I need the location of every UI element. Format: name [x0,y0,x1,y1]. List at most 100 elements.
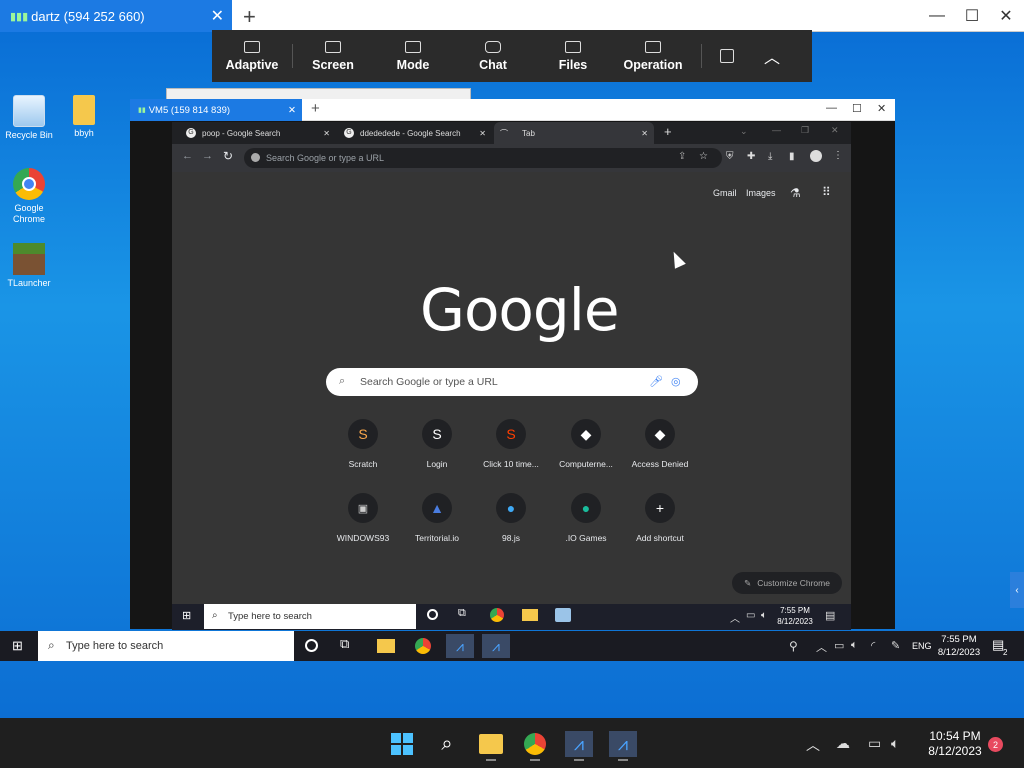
desktop-icon-folder[interactable]: bbyh [55,95,113,139]
anydesk-taskbar-icon[interactable]: ⩘ [609,731,637,757]
shortcut-tile[interactable]: ◆ Access Denied [624,419,696,469]
new-tab-button[interactable]: + [243,4,256,30]
remote-search-box[interactable]: ⌕ Type here to search [38,631,294,661]
tab-search-icon[interactable]: ⌄ [740,126,748,137]
shortcut-tile[interactable]: ◆ Computerne... [550,419,622,469]
chrome-menu-icon[interactable]: ⋮ [833,150,843,161]
chrome-taskbar-icon[interactable] [415,638,431,654]
extensions-puzzle-icon[interactable]: ✚ [747,151,755,162]
tray-chevron-icon[interactable]: ︿ [816,639,827,655]
task-view-icon[interactable]: ⧉ [340,636,349,652]
windows-start-icon[interactable] [388,731,416,757]
collapse-toolbar-button[interactable]: ︿ [752,30,792,82]
customize-chrome-button[interactable]: ✎ Customize Chrome [732,572,842,594]
session-tab[interactable]: ▮▮▮ dartz (594 252 660) ✕ [0,0,232,32]
gmail-link[interactable]: Gmail [713,188,737,198]
labs-flask-icon[interactable]: ⚗ [790,186,801,200]
chrome-tab[interactable]: G poop - Google Search ✕ [180,122,336,144]
omnibox[interactable]: Search Google or type a URL [244,148,722,168]
inner-new-tab-button[interactable]: + [311,100,320,117]
shortcut-tile[interactable]: S Click 10 time... [475,419,547,469]
lens-icon[interactable]: ◎ [671,375,681,388]
local-clock[interactable]: 10:54 PM 8/12/2023 [918,729,992,759]
close-tab-icon[interactable]: ✕ [211,6,224,26]
star-icon[interactable]: ☆ [699,151,708,162]
toolbar-mode[interactable]: Mode [373,30,453,82]
anydesk-taskbar-icon[interactable]: ⩘ [446,634,474,658]
minimize-button[interactable]: — [920,0,954,32]
task-view-icon[interactable]: ⧉ [458,607,466,620]
toolbar-chat[interactable]: Chat [453,30,533,82]
microphone-icon[interactable]: 🎤︎ [649,375,663,388]
apps-grid-icon[interactable]: ⠿ [822,185,831,199]
shortcut-tile[interactable]: ▣ WINDOWS93 [327,493,399,543]
profile-avatar-icon[interactable] [810,150,822,162]
tray-chevron-icon[interactable]: ︿ [730,610,740,625]
inner-maximize-button[interactable]: ☐ [852,102,862,115]
desktop-icon-tlauncher[interactable]: TLauncher [0,243,58,289]
close-tab-icon[interactable]: ✕ [288,105,296,116]
toolbar-screen[interactable]: Screen [293,30,373,82]
sidepanel-icon[interactable]: ▮ [789,151,795,162]
new-tab-button[interactable]: + [664,124,672,139]
close-tab-icon[interactable]: ✕ [479,129,486,138]
battery-icon[interactable]: ▭ [834,639,844,652]
back-icon[interactable]: ← [182,150,193,162]
shortcut-tile[interactable]: ▲ Territorial.io [401,493,473,543]
windows-start-icon[interactable]: ⊞ [12,638,23,654]
ntp-search-box[interactable]: ⌕ Search Google or type a URL 🎤︎ ◎ [326,368,698,396]
anydesk-taskbar-icon[interactable]: ⩘ [565,731,593,757]
reload-icon[interactable]: ↻ [223,149,233,163]
extension-shield-icon[interactable]: ⛨ [726,151,734,162]
volume-muted-icon[interactable]: 🔈︎ [851,639,858,652]
chrome-minimize-button[interactable]: — [772,125,781,135]
search-icon[interactable]: ⌕ [433,731,461,757]
anydesk-taskbar-icon[interactable] [555,608,571,622]
images-link[interactable]: Images [746,188,776,198]
desktop-icon-recycle-bin[interactable]: Recycle Bin [0,95,58,141]
network-icon[interactable]: ▭ [868,735,881,752]
shortcut-tile[interactable]: S Login [401,419,473,469]
cortana-icon[interactable] [427,609,438,620]
fullscreen-button[interactable] [702,30,752,82]
cortana-icon[interactable] [305,639,318,652]
download-icon[interactable]: ⤓ [768,151,772,162]
notifications-icon[interactable]: ▤ [825,609,835,622]
file-explorer-icon[interactable] [522,609,538,621]
add-shortcut-tile[interactable]: + Add shortcut [624,493,696,543]
toolbar-files[interactable]: Files [533,30,613,82]
file-explorer-icon[interactable] [377,639,395,653]
close-tab-icon[interactable]: ✕ [641,129,648,138]
network-icon[interactable]: ▭ [746,610,755,621]
inner-minimize-button[interactable]: — [826,102,837,114]
chrome-maximize-button[interactable]: ❐ [801,125,809,136]
shortcut-tile[interactable]: S Scratch [327,419,399,469]
pen-icon[interactable]: ✎ [891,639,900,652]
side-panel-handle[interactable]: ‹ [1010,572,1024,608]
share-icon[interactable]: ⇪ [678,151,686,162]
toolbar-adaptive[interactable]: Adaptive [212,30,292,82]
forward-icon[interactable]: → [202,150,213,162]
maximize-button[interactable]: ☐ [955,0,989,32]
volume-icon[interactable]: 🔈︎ [891,735,899,752]
shortcut-tile[interactable]: ● 98.js [475,493,547,543]
volume-icon[interactable]: 🔈︎ [761,610,767,621]
chrome-taskbar-icon[interactable] [521,731,549,757]
desktop-icon-chrome[interactable]: Google Chrome [0,168,58,225]
chrome-close-button[interactable]: ✕ [831,125,839,136]
cloud-offline-icon[interactable]: ☁ [836,735,850,752]
close-tab-icon[interactable]: ✕ [323,129,330,138]
language-indicator[interactable]: ENG [912,641,932,651]
vm-clock[interactable]: 7:55 PM 8/12/2023 [774,605,816,627]
vm-search-box[interactable]: ⌕ Type here to search [204,604,416,629]
windows-start-icon[interactable]: ⊞ [182,609,191,622]
wifi-icon[interactable]: ◜ [871,639,875,652]
toolbar-operation[interactable]: Operation [613,30,693,82]
inner-session-tab[interactable]: ▮▮ VM5 (159 814 839) ✕ [130,99,302,121]
inner-close-button[interactable]: ✕ [877,102,886,115]
shortcut-tile[interactable]: ● .IO Games [550,493,622,543]
notification-badge[interactable]: 2 [988,737,1003,752]
people-icon[interactable]: ⚲ [789,639,798,653]
anydesk-taskbar-icon[interactable]: ⩘ [482,634,510,658]
chrome-taskbar-icon[interactable] [490,608,504,622]
